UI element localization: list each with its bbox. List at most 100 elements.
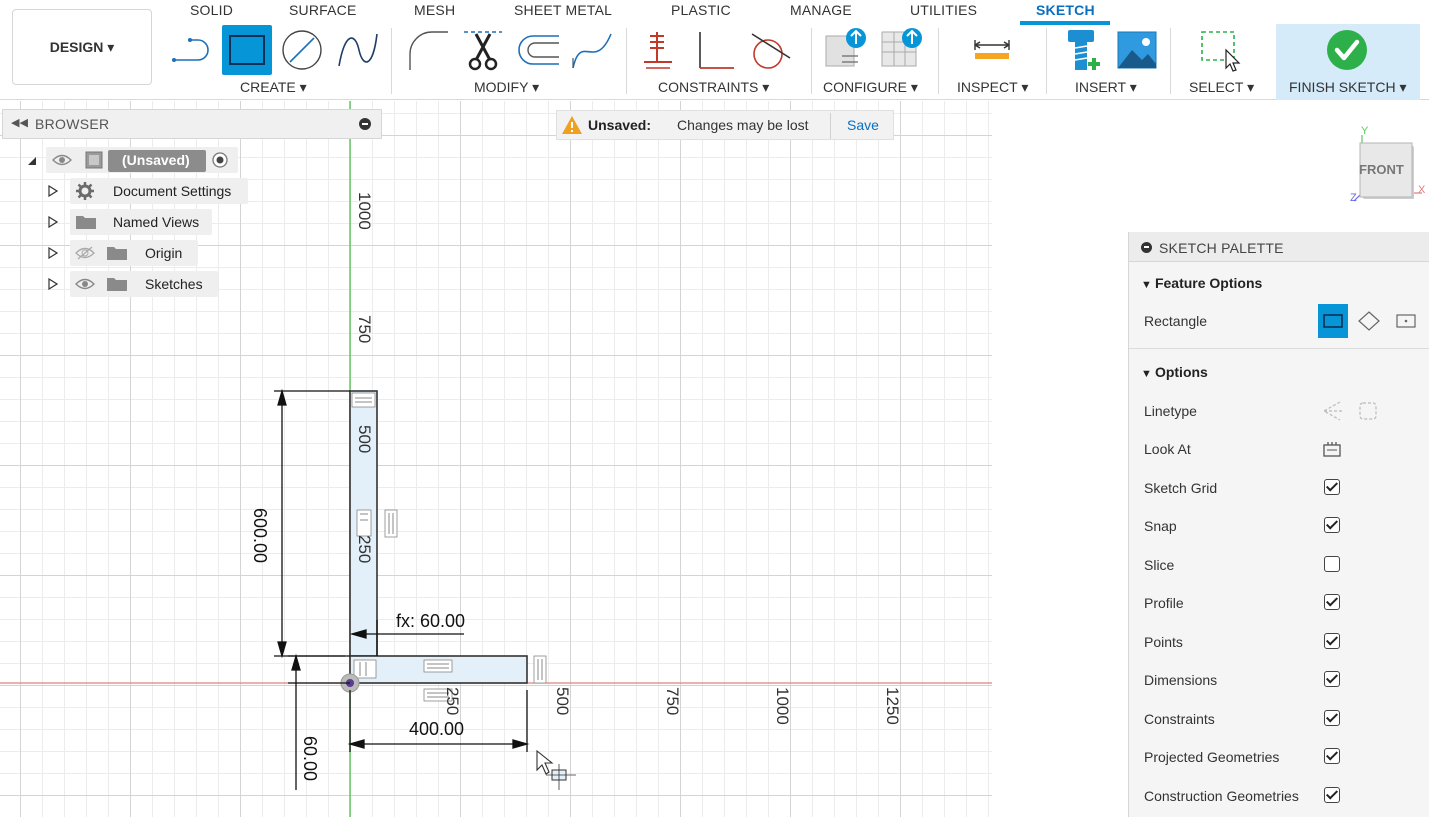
circle-tool[interactable] [277,25,327,75]
spline-tool[interactable] [333,25,383,75]
inspect-menu[interactable]: INSPECT ▾ [957,79,1028,96]
tab-plastic[interactable]: PLASTIC [671,2,731,18]
eye-icon[interactable] [75,277,95,291]
constraint-glyph[interactable] [384,509,398,538]
constraint-glyph[interactable] [533,655,547,684]
tangent-constraint-tool[interactable] [744,25,794,75]
expanded-triangle-icon[interactable] [26,155,38,167]
options-label: Options [1154,364,1208,380]
sketch-grid-checkbox[interactable] [1324,479,1340,495]
toolbar-separator [938,28,939,94]
rectangle-tool[interactable] [222,25,272,75]
modify-menu[interactable]: MODIFY ▾ [474,79,539,96]
eye-hidden-icon[interactable] [75,246,95,260]
collapsed-triangle-icon[interactable] [48,278,58,290]
activate-radio-icon[interactable] [211,151,229,169]
warning-icon [562,116,582,134]
points-checkbox[interactable] [1324,633,1340,649]
tab-manage[interactable]: MANAGE [790,2,852,18]
rectangle-cursor-icon [536,749,576,790]
configure-table-tool[interactable] [876,25,926,75]
save-button[interactable]: Save [847,117,879,133]
x-tick-label: 250 [443,687,462,716]
browser-panel-header[interactable]: ◀◀ BROWSER [2,109,382,139]
tab-sketch[interactable]: SKETCH [1036,2,1095,18]
tab-surface[interactable]: SURFACE [289,2,357,18]
toolbar-separator [811,28,812,94]
perpendicular-icon [699,32,734,69]
height-dimension-value[interactable]: 600.00 [249,508,270,563]
look-at-label: Look At [1144,441,1191,457]
insert-menu[interactable]: INSERT ▾ [1075,79,1137,96]
tab-utilities[interactable]: UTILITIES [910,2,977,18]
collapsed-triangle-icon[interactable] [48,216,58,228]
change-parameters-tool[interactable] [820,25,870,75]
trim-tool[interactable] [458,25,508,75]
slice-checkbox[interactable] [1324,556,1340,572]
construction-geometries-checkbox[interactable] [1324,787,1340,803]
tab-solid[interactable]: SOLID [190,2,233,18]
measure-tool[interactable] [967,25,1017,75]
collapsed-triangle-icon[interactable] [48,185,58,197]
constraints-checkbox[interactable] [1324,710,1340,726]
sketch-palette-header[interactable]: SKETCH PALETTE [1129,232,1429,262]
unsaved-message: Changes may be lost [677,117,809,133]
constraints-menu[interactable]: CONSTRAINTS ▾ [658,79,769,96]
window-select-tool[interactable] [1196,25,1246,75]
constraint-glyph[interactable] [353,659,377,679]
fx-dimension-value[interactable]: fx: 60.00 [396,611,465,632]
component-icon [85,151,103,169]
bottom-thickness-value[interactable]: 60.00 [299,736,320,781]
line-tool[interactable] [168,25,218,75]
snap-checkbox[interactable] [1324,517,1340,533]
constraint-glyph[interactable] [423,659,453,673]
x-tick-label: 1250 [883,687,902,725]
offset-tool[interactable] [513,25,563,75]
circle-icon [282,30,322,70]
ribbon-tabs: SOLID SURFACE MESH SHEET METAL PLASTIC M… [0,0,1429,25]
tab-mesh[interactable]: MESH [414,2,455,18]
browser-minimize-icon[interactable] [359,118,371,130]
dimensions-checkbox[interactable] [1324,671,1340,687]
configure-menu[interactable]: CONFIGURE ▾ [823,79,918,96]
constraint-glyph[interactable] [351,392,376,408]
finish-sketch-button[interactable] [1322,25,1372,75]
center-rectangle-icon[interactable] [1394,312,1418,330]
fillet-tool[interactable] [402,25,452,75]
look-at-icon[interactable] [1322,440,1342,458]
tab-sheet-metal[interactable]: SHEET METAL [514,2,612,18]
toolbar-separator [1046,28,1047,94]
scissors-icon [464,31,502,71]
construction-geometries-label: Construction Geometries [1144,788,1299,804]
curve-tool[interactable] [567,25,617,75]
snap-label: Snap [1144,518,1177,534]
finish-sketch-menu[interactable]: FINISH SKETCH ▾ [1289,79,1406,96]
collapsed-triangle-icon[interactable] [48,247,58,259]
insert-mcmaster-tool[interactable] [1058,25,1108,75]
height-dimension[interactable] [274,388,350,659]
insert-canvas-tool[interactable] [1112,25,1162,75]
viewcube-front-face[interactable]: FRONT [1359,162,1404,177]
palette-collapse-icon[interactable] [1141,242,1152,253]
feature-options-section[interactable]: ▼ Feature Options [1141,275,1262,291]
construction-linetype-icon[interactable] [1320,400,1344,422]
perpendicular-constraint-tool[interactable] [690,25,740,75]
select-menu[interactable]: SELECT ▾ [1189,79,1254,96]
bolt-icon [1068,30,1100,70]
horizontal-vertical-constraint-tool[interactable] [636,25,686,75]
profile-checkbox[interactable] [1324,594,1340,610]
viewcube[interactable]: FRONT Y Z X [1340,125,1429,215]
root-component-label[interactable]: (Unsaved) [122,152,190,168]
width-dimension-value[interactable]: 400.00 [409,719,464,740]
eye-icon[interactable] [52,153,72,167]
constraint-glyph[interactable] [356,509,372,537]
create-menu[interactable]: CREATE ▾ [240,79,307,96]
three-point-rectangle-icon[interactable] [1357,310,1381,332]
centerline-linetype-icon[interactable] [1356,400,1380,422]
options-section[interactable]: ▼ Options [1141,364,1208,380]
two-point-rectangle-button[interactable] [1318,304,1348,338]
collapse-browser-icon[interactable]: ◀◀ [11,116,28,129]
curve-icon [572,33,612,69]
projected-geometries-checkbox[interactable] [1324,748,1340,764]
design-workspace-button[interactable]: DESIGN ▾ [12,9,152,85]
